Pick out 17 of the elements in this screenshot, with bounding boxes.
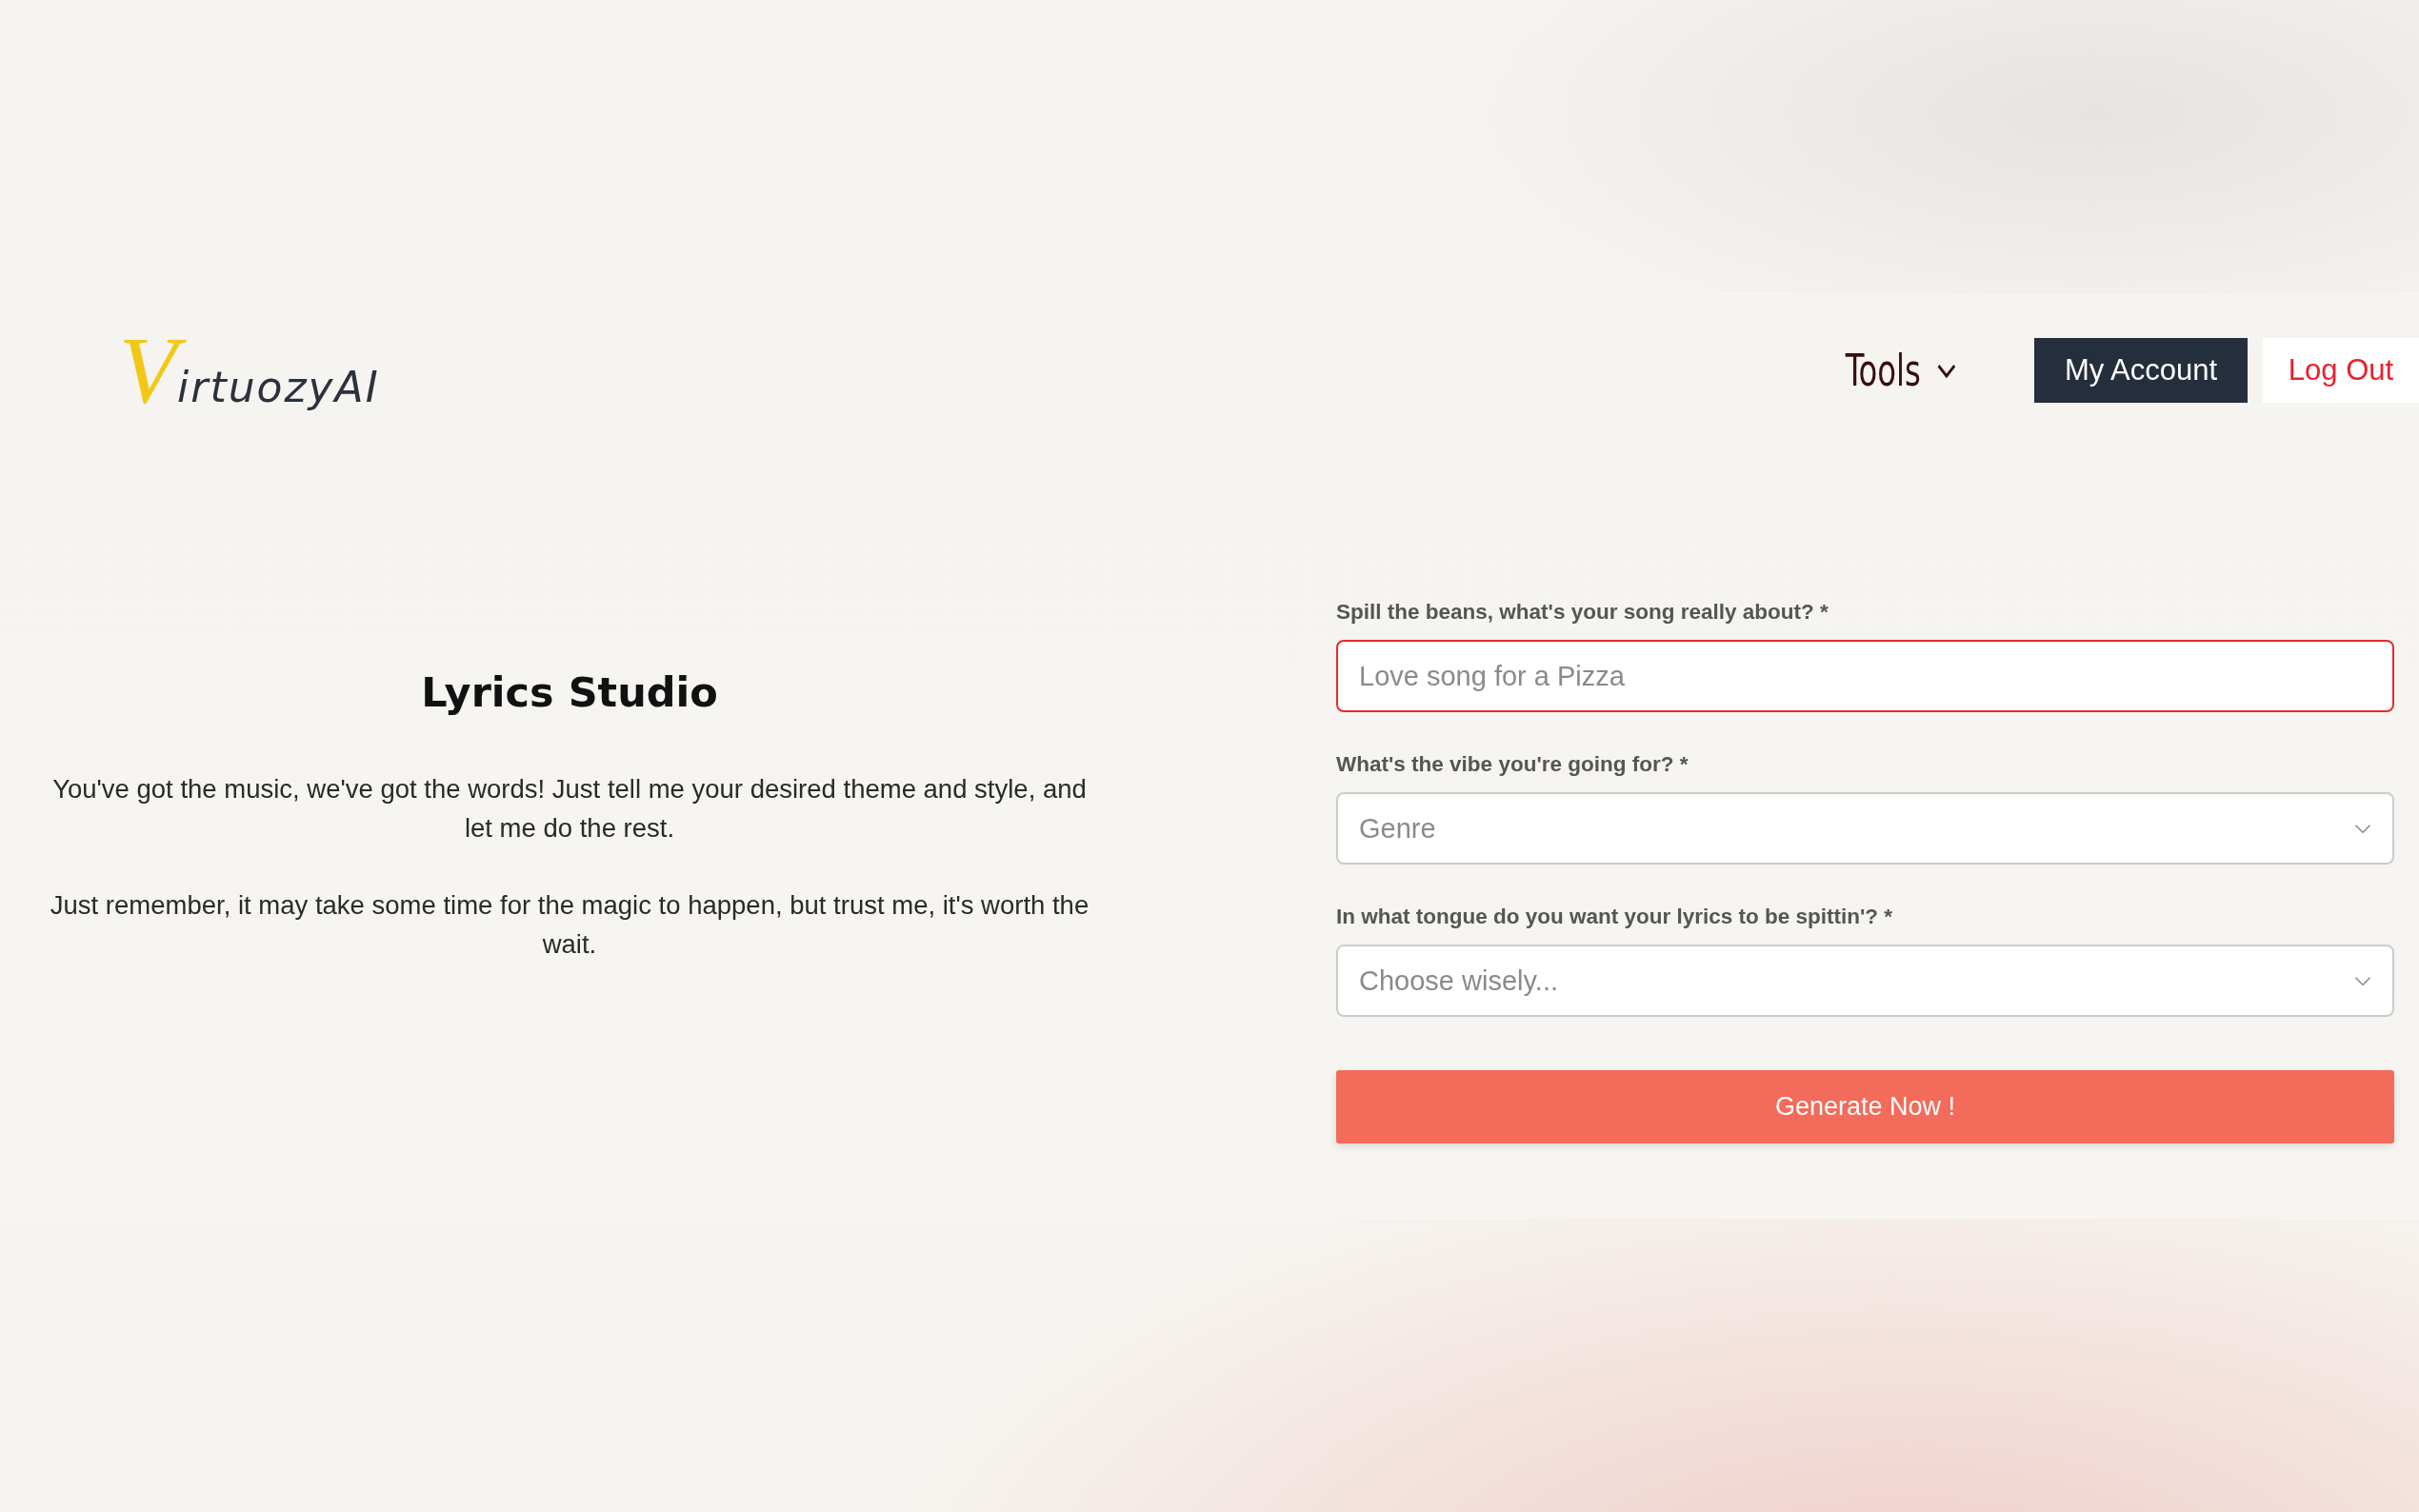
- intro-paragraph: Just remember, it may take some time for the magic to happen, but trust me, it's worth the wait.: [49, 889, 1090, 961]
- page-title: Lyrics Studio: [421, 668, 718, 716]
- dropdown-field[interactable]: Choose wisely...: [1336, 945, 2394, 1017]
- dropdown-field[interactable]: Genre: [1336, 792, 2394, 865]
- chevron-down-icon: [2354, 975, 2371, 986]
- field-label: Spill the beans, what's your song really about? *: [1336, 600, 1829, 625]
- intro-paragraph: You've got the music, we've got the words! Just tell me your desired theme and style, and let me do the rest.: [51, 773, 1088, 845]
- chevron-down-icon: [2354, 823, 2371, 834]
- logout-link[interactable]: Log Out: [2263, 338, 2419, 403]
- caret-icon: [1936, 363, 1956, 378]
- generate-button[interactable]: Generate Now !: [1336, 1070, 2394, 1144]
- field-label: In what tongue do you want your lyrics to be spittin'? *: [1336, 905, 1894, 929]
- logo[interactable]: VirtuozyAI: [119, 323, 380, 418]
- tools-menu[interactable]: Tools: [1845, 345, 1956, 396]
- account-button[interactable]: My Account: [2034, 338, 2248, 403]
- topic-input-field[interactable]: Love song for a Pizza: [1336, 640, 2394, 712]
- field-label: What's the vibe you're going for? *: [1336, 752, 1689, 777]
